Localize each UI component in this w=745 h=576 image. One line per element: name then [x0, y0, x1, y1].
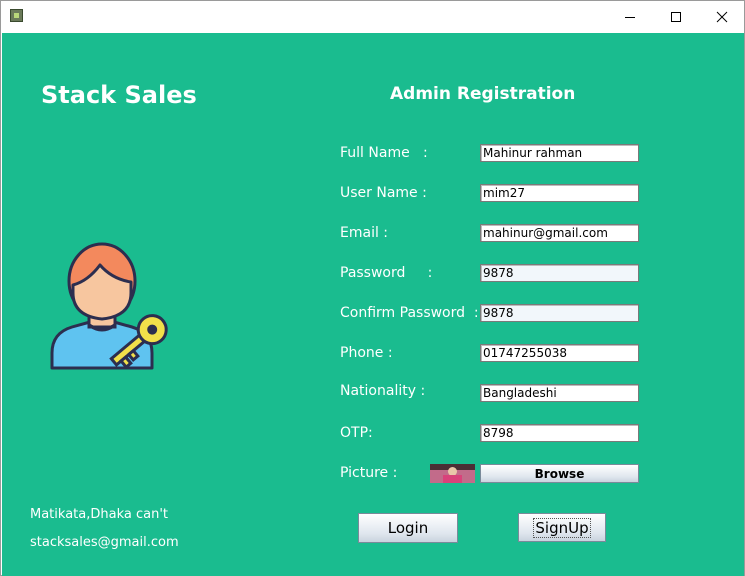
confirm-password-label: Confirm Password :	[340, 305, 479, 321]
minimize-icon	[625, 16, 635, 18]
signup-button[interactable]: SignUp	[518, 513, 606, 542]
app-icon	[10, 9, 23, 22]
title-bar	[1, 1, 744, 32]
user-name-field[interactable]: mim27	[480, 184, 639, 202]
browse-button-label: Browse	[534, 466, 585, 481]
email-field[interactable]: mahinur@gmail.com	[480, 224, 639, 242]
otp-field[interactable]: 8798	[480, 424, 639, 442]
password-label: Password :	[340, 265, 433, 281]
app-window: Stack Sales Admin Registration Full Name…	[0, 0, 745, 576]
maximize-button[interactable]	[653, 1, 699, 32]
close-icon	[716, 11, 728, 22]
browse-button[interactable]: Browse	[480, 464, 639, 483]
login-button[interactable]: Login	[358, 513, 458, 543]
maximize-icon	[671, 11, 681, 22]
login-button-label: Login	[387, 519, 429, 537]
minimize-button[interactable]	[607, 1, 653, 32]
close-button[interactable]	[699, 1, 745, 32]
full-name-field[interactable]: Mahinur rahman	[480, 144, 639, 162]
phone-field[interactable]: 01747255038	[480, 344, 639, 362]
registration-panel: Stack Sales Admin Registration Full Name…	[2, 33, 744, 576]
user-name-label: User Name :	[340, 185, 427, 201]
full-name-label: Full Name :	[340, 145, 428, 161]
confirm-password-field[interactable]: 9878	[480, 304, 639, 322]
picture-label: Picture :	[340, 465, 398, 481]
footer-address: Matikata,Dhaka can't	[30, 507, 168, 522]
brand-title: Stack Sales	[41, 81, 197, 109]
nationality-field[interactable]: Bangladeshi	[480, 384, 639, 402]
phone-label: Phone :	[340, 345, 393, 361]
signup-button-label: SignUp	[533, 517, 591, 538]
email-label: Email :	[340, 225, 389, 241]
footer-email: stacksales@gmail.com	[30, 535, 179, 550]
password-field[interactable]: 9878	[480, 264, 639, 282]
nationality-label: Nationality :	[340, 383, 426, 399]
admin-with-key-icon	[50, 242, 168, 370]
otp-label: OTP:	[340, 425, 373, 441]
form-heading: Admin Registration	[390, 84, 576, 104]
profile-picture-thumbnail	[430, 464, 475, 483]
